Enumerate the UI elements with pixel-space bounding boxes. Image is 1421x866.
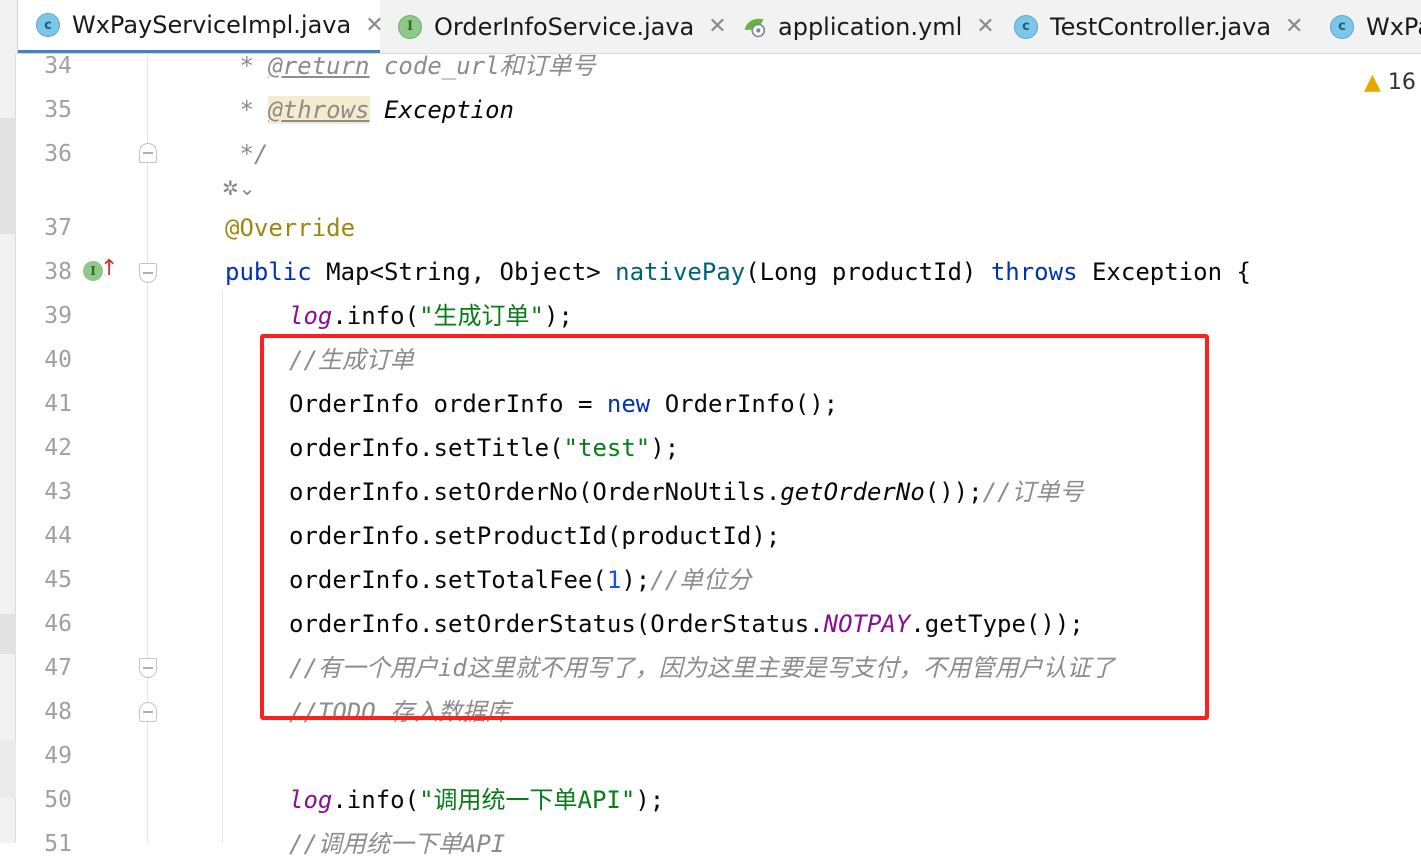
line-number: 50 [44, 787, 72, 813]
line-number: 39 [44, 303, 72, 329]
tab-application-yml[interactable]: application.yml ✕ [728, 0, 1000, 53]
warning-icon: ▲ [1364, 70, 1381, 95]
todo-comment[interactable]: //TODO 存入数据库 [289, 690, 510, 734]
line-number: 35 [44, 97, 72, 123]
annotation-line[interactable]: @Override [225, 206, 355, 250]
javadoc-tag: @return [268, 52, 370, 80]
close-icon[interactable]: ✕ [976, 14, 994, 39]
line-number: 49 [44, 743, 72, 769]
class-icon: c [1330, 14, 1354, 39]
line-number: 36 [44, 141, 72, 167]
code-line[interactable]: * @return code_url和订单号 [225, 44, 595, 88]
line-number: 51 [44, 831, 72, 857]
tab-label: application.yml [778, 12, 963, 41]
warnings-indicator[interactable]: ▲ 16 [1364, 70, 1416, 95]
line-number: 44 [44, 523, 72, 549]
line-number: 37 [44, 215, 72, 241]
editor-tab-bar: ᵢ c WxPayServiceImpl.java ✕ I OrderInfoS… [0, 0, 1421, 54]
code-line[interactable]: log.info("生成订单"); [289, 294, 573, 338]
code-comment[interactable]: //调用统一下单API [289, 822, 505, 866]
left-tool-strip [0, 54, 16, 843]
code-line[interactable]: orderInfo.setProductId(productId); [289, 514, 780, 558]
class-icon: c [1014, 14, 1038, 39]
yml-icon [742, 15, 766, 39]
tab-label: OrderInfoService.java [434, 12, 695, 41]
interface-icon: I [398, 14, 422, 39]
fold-marker[interactable] [139, 263, 157, 283]
go-to-interface-arrow-icon[interactable]: ↑ [100, 256, 118, 281]
code-line[interactable]: */ [225, 132, 268, 176]
code-comment[interactable]: //有一个用户id这里就不用写了，因为这里主要是写支付，不用管用户认证了 [289, 646, 1115, 690]
fold-marker[interactable] [139, 658, 157, 678]
tab-testcontroller[interactable]: c TestController.java ✕ [1000, 0, 1316, 53]
tab-label: TestController.java [1050, 12, 1272, 41]
code-line[interactable]: orderInfo.setTitle("test"); [289, 426, 679, 470]
code-line[interactable]: OrderInfo orderInfo = new OrderInfo(); [289, 382, 838, 426]
line-number: 41 [44, 391, 72, 417]
method-signature[interactable]: public Map<String, Object> nativePay(Lon… [225, 250, 1251, 294]
line-number: 40 [44, 347, 72, 373]
warning-count: 16 [1387, 70, 1416, 95]
code-line[interactable]: * @throws Exception [225, 88, 514, 132]
close-icon[interactable]: ✕ [708, 14, 726, 39]
line-number: 48 [44, 699, 72, 725]
code-line[interactable]: log.info("调用统一下单API"); [289, 778, 664, 822]
tab-label: WxPayServiceImpl.java [72, 11, 352, 39]
line-number: 38 [44, 259, 72, 285]
fold-marker[interactable] [139, 702, 157, 722]
line-number: 42 [44, 435, 72, 461]
line-number: 34 [44, 53, 72, 79]
javadoc-tag: @throws [268, 96, 370, 124]
code-comment[interactable]: //生成订单 [289, 338, 414, 382]
ai-hint-icon[interactable]: ✲⌄ [222, 176, 256, 200]
indent-guide [222, 290, 223, 843]
code-line[interactable]: orderInfo.setTotalFee(1);//单位分 [289, 558, 751, 602]
line-number: 46 [44, 611, 72, 637]
tab-wxpa-truncated[interactable]: c WxPa [1316, 0, 1421, 53]
code-line[interactable]: orderInfo.setOrderStatus(OrderStatus.NOT… [289, 602, 1084, 646]
line-number: 45 [44, 567, 72, 593]
code-line[interactable]: orderInfo.setOrderNo(OrderNoUtils.getOrd… [289, 470, 1083, 514]
line-number: 47 [44, 655, 72, 681]
line-number: 43 [44, 479, 72, 505]
tab-label: WxPa [1366, 12, 1421, 41]
fold-marker[interactable] [139, 143, 157, 163]
class-icon: c [36, 13, 60, 37]
close-icon[interactable]: ✕ [1285, 14, 1303, 39]
